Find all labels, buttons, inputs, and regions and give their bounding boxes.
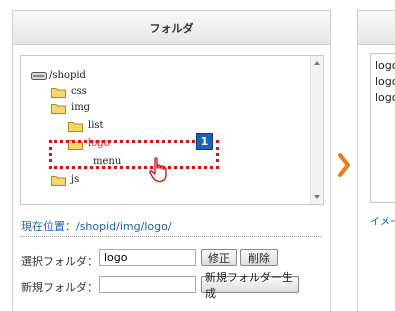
edit-button[interactable]: 修正 bbox=[201, 249, 237, 266]
create-folder-button[interactable]: 新規フォルダー生成 bbox=[201, 271, 299, 300]
divider bbox=[21, 236, 321, 237]
chevron-right-icon bbox=[338, 153, 350, 177]
selected-folder-input[interactable] bbox=[99, 249, 196, 266]
drive-icon bbox=[31, 71, 47, 80]
folder-panel: フォルダ /shopid css img list logo menu js 1… bbox=[12, 10, 331, 311]
folder-icon bbox=[51, 175, 66, 186]
delete-button[interactable]: 削除 bbox=[240, 249, 278, 266]
folder-icon bbox=[51, 87, 66, 98]
tree-node-img[interactable]: img bbox=[51, 100, 90, 115]
preview-item: logo bbox=[375, 75, 395, 88]
current-location: 現在位置：/shopid/img/logo/ bbox=[21, 220, 172, 233]
folder-panel-title: フォルダ bbox=[13, 11, 330, 45]
selected-folder-label: 選択フォルダ： bbox=[21, 255, 98, 268]
tree-node-label: css bbox=[71, 86, 87, 97]
folder-tree: /shopid css img list logo menu js 1 bbox=[20, 55, 324, 205]
tree-node-css[interactable]: css bbox=[51, 84, 87, 99]
tree-node-label: img bbox=[71, 102, 91, 113]
new-folder-input[interactable] bbox=[99, 276, 196, 293]
folder-icon bbox=[51, 103, 66, 114]
tree-node-label: /shopid bbox=[49, 70, 86, 81]
new-folder-label: 新規フォルダ： bbox=[21, 281, 98, 294]
preview-panel-header bbox=[358, 11, 395, 45]
tree-scrollbar[interactable] bbox=[310, 56, 323, 204]
image-link[interactable]: イメー bbox=[370, 213, 395, 228]
folder-icon bbox=[68, 121, 83, 132]
preview-item: logo bbox=[375, 91, 395, 104]
tree-node-label: list bbox=[88, 120, 104, 131]
tree-node-js[interactable]: js bbox=[51, 172, 79, 187]
scroll-down-icon[interactable] bbox=[314, 195, 320, 199]
tree-node-label: js bbox=[71, 174, 80, 185]
selection-highlight bbox=[49, 140, 219, 169]
scroll-up-icon[interactable] bbox=[314, 61, 320, 65]
hand-pointer-icon bbox=[149, 157, 167, 183]
tree-node-list[interactable]: list bbox=[68, 118, 104, 133]
step-badge: 1 bbox=[196, 133, 213, 150]
tree-node-root[interactable]: /shopid bbox=[31, 68, 86, 83]
file-preview-box: logo logo logo bbox=[370, 53, 395, 203]
preview-panel: logo logo logo イメー bbox=[357, 10, 395, 311]
preview-item: logo bbox=[375, 59, 395, 72]
